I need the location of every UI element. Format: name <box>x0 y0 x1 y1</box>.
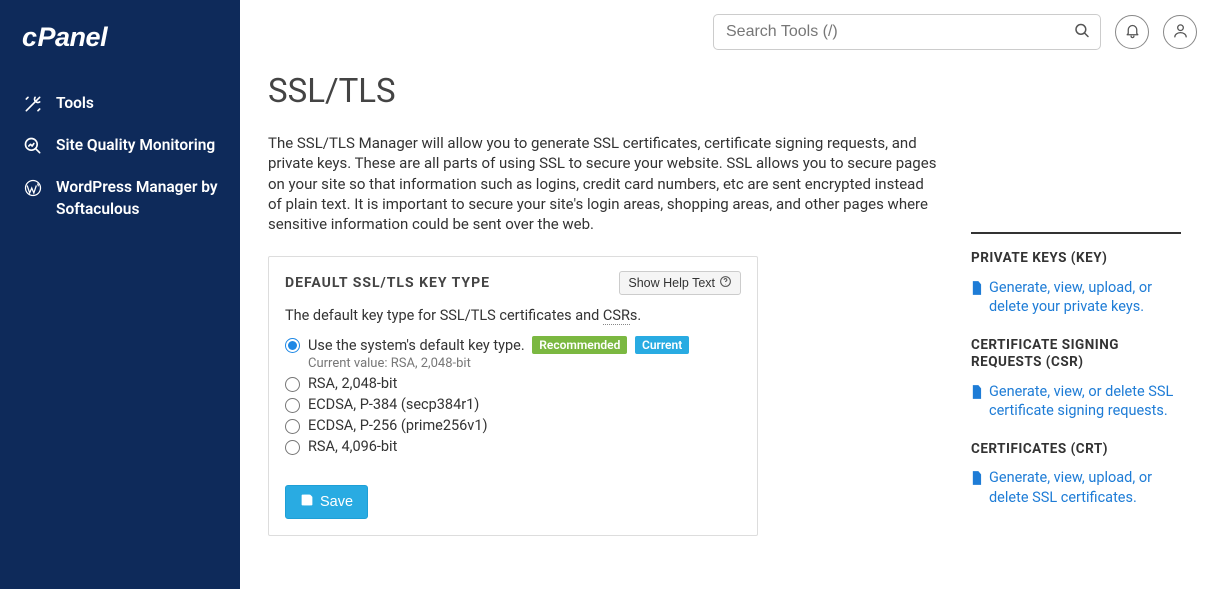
account-button[interactable] <box>1163 15 1197 49</box>
panel-intro: The default key type for SSL/TLS certifi… <box>285 307 741 324</box>
link-certificates[interactable]: Generate, view, upload, or delete SSL ce… <box>971 468 1181 507</box>
radio-ecdsa-256[interactable] <box>285 419 300 434</box>
save-icon <box>300 493 314 511</box>
sidebar-item-label: Site Quality Monitoring <box>56 135 218 157</box>
key-type-option-ecdsa-384[interactable]: ECDSA, P-384 (secp384r1) <box>285 396 741 413</box>
radio-rsa-2048[interactable] <box>285 377 300 392</box>
sidebar-item-label: Tools <box>56 93 218 115</box>
current-value-text: Current value: RSA, 2,048-bit <box>308 356 741 371</box>
link-text: Generate, view, or delete SSL certificat… <box>989 382 1181 421</box>
section-title: CERTIFICATES (CRT) <box>971 441 1181 459</box>
link-private-keys[interactable]: Generate, view, upload, or delete your p… <box>971 278 1181 317</box>
file-icon <box>971 281 983 301</box>
section-private-keys: PRIVATE KEYS (KEY) Generate, view, uploa… <box>971 250 1181 317</box>
notifications-button[interactable] <box>1115 15 1149 49</box>
page-description: The SSL/TLS Manager will allow you to ge… <box>268 133 937 234</box>
magnify-chart-icon <box>22 135 44 157</box>
main: SSL/TLS The SSL/TLS Manager will allow y… <box>240 0 1221 589</box>
section-certificates: CERTIFICATES (CRT) Generate, view, uploa… <box>971 441 1181 508</box>
link-csr[interactable]: Generate, view, or delete SSL certificat… <box>971 382 1181 421</box>
save-button-label: Save <box>320 494 353 510</box>
sidebar: cPanel Tools Site Quality Monitoring Wor… <box>0 0 240 589</box>
current-badge: Current <box>635 336 689 354</box>
recommended-badge: Recommended <box>532 336 627 354</box>
section-title: CERTIFICATE SIGNING REQUESTS (CSR) <box>971 337 1181 372</box>
section-csr: CERTIFICATE SIGNING REQUESTS (CSR) Gener… <box>971 337 1181 421</box>
user-icon <box>1172 22 1189 42</box>
search-wrap <box>713 14 1101 50</box>
link-text: Generate, view, upload, or delete SSL ce… <box>989 468 1181 507</box>
search-icon <box>1073 28 1091 43</box>
wordpress-icon <box>22 177 44 199</box>
link-text: Generate, view, upload, or delete your p… <box>989 278 1181 317</box>
search-input[interactable] <box>713 14 1101 50</box>
radio-label: ECDSA, P-384 (secp384r1) <box>308 396 479 413</box>
panel-title: DEFAULT SSL/TLS KEY TYPE <box>285 275 490 291</box>
key-type-option-rsa-4096[interactable]: RSA, 4,096-bit <box>285 438 741 455</box>
csr-abbr: CSR <box>603 307 630 325</box>
sidebar-item-site-quality[interactable]: Site Quality Monitoring <box>22 125 218 167</box>
search-button[interactable] <box>1069 18 1095 47</box>
right-divider <box>971 232 1181 234</box>
sidebar-item-tools[interactable]: Tools <box>22 83 218 125</box>
brand-logo[interactable]: cPanel <box>22 22 218 53</box>
section-title: PRIVATE KEYS (KEY) <box>971 250 1181 268</box>
radio-ecdsa-384[interactable] <box>285 398 300 413</box>
bell-icon <box>1124 22 1141 42</box>
page-title: SSL/TLS <box>268 72 937 111</box>
key-type-radio-group: Use the system's default key type. Recom… <box>285 336 741 455</box>
save-button[interactable]: Save <box>285 485 368 519</box>
show-help-label: Show Help Text <box>628 276 715 290</box>
sidebar-item-label: WordPress Manager by Softaculous <box>56 177 218 220</box>
tools-icon <box>22 93 44 115</box>
key-type-option-rsa-2048[interactable]: RSA, 2,048-bit <box>285 375 741 392</box>
radio-label: Use the system's default key type. <box>308 337 525 354</box>
key-type-option-ecdsa-256[interactable]: ECDSA, P-256 (prime256v1) <box>285 417 741 434</box>
topbar <box>240 0 1221 50</box>
file-icon <box>971 385 983 405</box>
sidebar-item-wordpress[interactable]: WordPress Manager by Softaculous <box>22 167 218 230</box>
radio-label: RSA, 4,096-bit <box>308 438 397 455</box>
default-key-type-panel: DEFAULT SSL/TLS KEY TYPE Show Help Text … <box>268 256 758 536</box>
help-icon <box>719 275 732 291</box>
radio-rsa-4096[interactable] <box>285 440 300 455</box>
key-type-option-default[interactable]: Use the system's default key type. Recom… <box>285 336 741 371</box>
show-help-button[interactable]: Show Help Text <box>619 271 741 295</box>
file-icon <box>971 471 983 491</box>
radio-label: RSA, 2,048-bit <box>308 375 397 392</box>
radio-system-default[interactable] <box>285 338 300 353</box>
right-column: PRIVATE KEYS (KEY) Generate, view, uploa… <box>971 72 1181 528</box>
radio-label: ECDSA, P-256 (prime256v1) <box>308 417 488 434</box>
